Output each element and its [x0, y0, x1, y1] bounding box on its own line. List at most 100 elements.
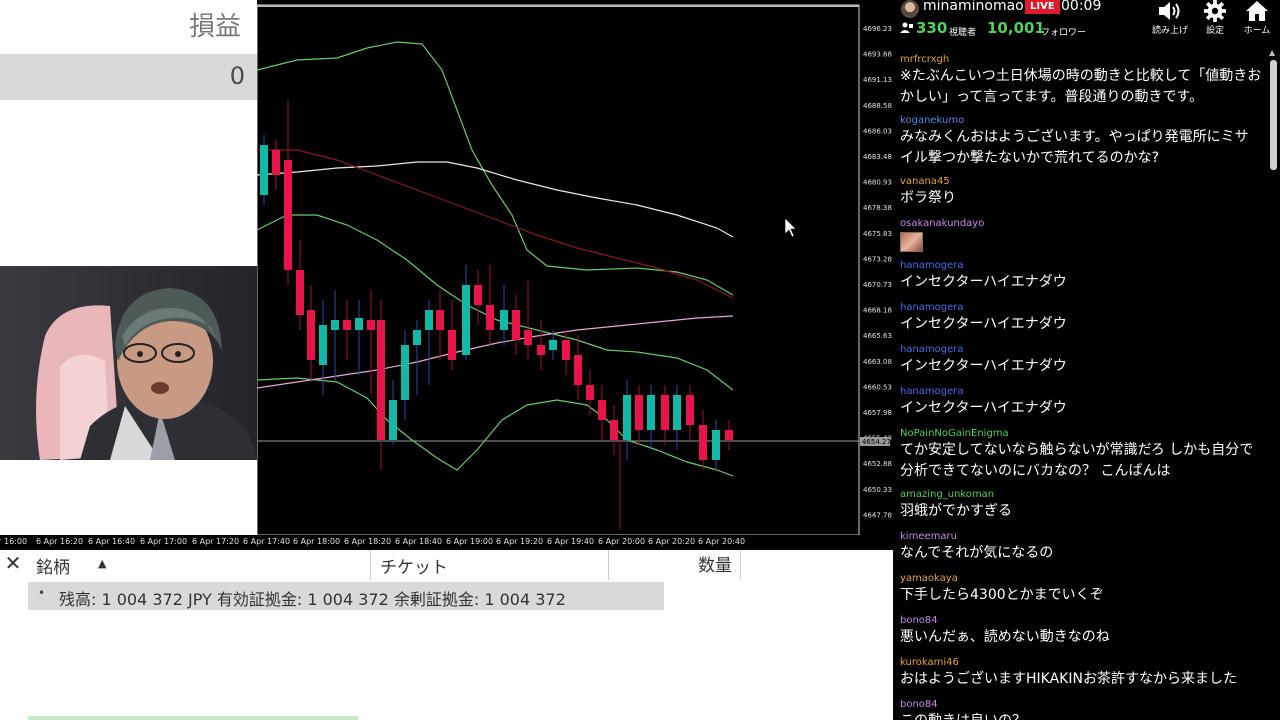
bollinger-mid-band: [257, 214, 734, 391]
chat-message: hanamogera インセクターハイエナダウ: [900, 260, 1262, 293]
candle-body: [331, 320, 339, 330]
chart-frame: [257, 4, 860, 536]
price-axis-label: 4663.08: [863, 358, 892, 366]
column-header-volume[interactable]: 数量: [698, 551, 732, 576]
price-axis-label: 4665.63: [863, 332, 892, 340]
viewers-icon: [900, 22, 914, 37]
candle-body: [512, 310, 520, 340]
webcam-feed: [0, 266, 257, 460]
chat-message: hanamogera インセクターハイエナダウ: [900, 302, 1262, 335]
chat-username[interactable]: hanamogera: [900, 344, 1262, 356]
settings-label: 設定: [1205, 26, 1224, 36]
candle-body: [401, 345, 409, 400]
price-axis-label: 4675.83: [863, 230, 892, 238]
chat-username[interactable]: vanana45: [900, 176, 1262, 188]
candle-body: [272, 150, 280, 175]
chat-message: NoPainNoGainEnigma てか安定してないなら触らないが常識だろ しか…: [900, 428, 1262, 482]
column-header-ticket[interactable]: チケット: [380, 553, 448, 578]
home-button[interactable]: ホーム: [1237, 0, 1277, 40]
chat-username[interactable]: hanamogera: [900, 260, 1262, 272]
candle-body: [296, 270, 304, 315]
time-axis-label: 6 Apr 19:40: [547, 537, 595, 546]
chat-message: kurokami46 おはようございますHIKAKINお茶許すなから来ました: [900, 657, 1262, 690]
price-chart[interactable]: 4696.23 4693.68 4691.13 4688.58 4686.03 4683.…: [257, 0, 893, 550]
profit-loss-header: 損益: [0, 0, 257, 52]
chat-username[interactable]: mrfrcrxgh: [900, 54, 1262, 66]
candle-body: [500, 310, 508, 330]
follower-label: フォロワー: [1041, 28, 1087, 38]
price-axis-label: 4673.28: [863, 255, 892, 263]
chat-username[interactable]: kurokami46: [900, 657, 1262, 669]
chat-username[interactable]: osakanakundayo: [900, 218, 1262, 230]
chat-text: 悪いんだぁ、読めない動きなのね: [900, 629, 1110, 645]
mouse-cursor-icon: [784, 217, 797, 238]
time-axis-label: 6 Apr 16:20: [36, 537, 84, 546]
chat-username[interactable]: NoPainNoGainEnigma: [900, 428, 1262, 440]
candle-body: [355, 318, 363, 330]
candle-body: [319, 325, 327, 365]
chat-message: hanamogera インセクターハイエナダウ: [900, 386, 1262, 419]
time-axis-label: 6 Apr 17:20: [192, 537, 240, 546]
column-divider[interactable]: [608, 550, 609, 580]
candle-body: [260, 145, 268, 195]
chat-scrollbar[interactable]: ▲: [1267, 44, 1280, 720]
price-axis-label: 4691.13: [863, 76, 892, 84]
chat-username[interactable]: kimeemaru: [900, 531, 1262, 543]
moving-average-mid: [257, 149, 734, 299]
time-axis-label: 6 Apr 19:20: [496, 537, 544, 546]
readout-label: 読み上げ: [1151, 26, 1188, 36]
live-badge: LIVE: [1025, 0, 1060, 14]
chat-username[interactable]: hanamogera: [900, 386, 1262, 398]
candle-body: [673, 395, 681, 430]
price-axis-label: 4678.38: [863, 204, 892, 212]
price-axis-label: 4688.58: [863, 102, 892, 110]
chat-panel[interactable]: mrfrcrxgh ※たぶんこいつ土日休場の時の動きと比較して「値動きおかしい」っ…: [893, 44, 1267, 720]
candle-body: [586, 385, 594, 400]
chat-username[interactable]: bono84: [900, 699, 1262, 711]
candle-body: [686, 395, 694, 425]
horizontal-scrollbar[interactable]: [28, 716, 358, 720]
chat-username[interactable]: hanamogera: [900, 302, 1262, 314]
column-divider[interactable]: [740, 550, 741, 580]
chat-text: おはようございますHIKAKINお茶許すなから来ました: [900, 671, 1237, 687]
price-axis-label: 4652.88: [863, 460, 892, 468]
time-axis-label: 6 Apr 17:40: [243, 537, 291, 546]
candle-body: [448, 330, 456, 360]
chat-username[interactable]: amazing_unkoman: [900, 489, 1262, 501]
streamer-name[interactable]: minaminomao: [923, 0, 1024, 14]
time-axis-label: 6 Apr 18:20: [344, 537, 392, 546]
scroll-up-icon[interactable]: ▲: [1269, 48, 1275, 57]
time-axis: 6 Apr 16:00 6 Apr 16:20 6 Apr 16:40 6 Apr 1…: [0, 535, 860, 550]
home-label: ホーム: [1243, 26, 1271, 36]
column-header-symbol[interactable]: 銘柄: [36, 553, 70, 578]
column-divider[interactable]: [370, 550, 371, 580]
chat-text: インセクターハイエナダウ: [900, 316, 1067, 332]
avatar[interactable]: [901, 0, 919, 18]
chat-username[interactable]: bono84: [900, 615, 1262, 627]
viewer-count: 330: [916, 19, 948, 37]
sort-ascending-icon[interactable]: ▲: [98, 557, 106, 570]
price-axis-label: 4670.73: [863, 281, 892, 289]
close-icon[interactable]: ✕: [2, 552, 24, 574]
time-axis-label: 6 Apr 17:00: [140, 537, 188, 546]
scrollbar-thumb[interactable]: [1270, 60, 1277, 170]
candle-body: [712, 430, 720, 460]
profit-loss-panel: 損益 0: [0, 0, 257, 266]
candle-body: [699, 425, 707, 460]
streamer-webcam-image: [0, 266, 257, 460]
candle-body: [647, 395, 655, 430]
chart-top-border: [257, 5, 859, 7]
profit-loss-value: 0: [229, 62, 245, 90]
readout-button[interactable]: 読み上げ: [1150, 0, 1190, 40]
chat-username[interactable]: yamaokaya: [900, 573, 1262, 585]
time-axis-label: 6 Apr 19:00: [446, 537, 494, 546]
chat-message: mrfrcrxgh ※たぶんこいつ土日休場の時の動きと比較して「値動きおかしい」っ…: [900, 54, 1262, 108]
balance-row[interactable]: • 残高: 1 004 372 JPY 有効証拠金: 1 004 372 余剰証…: [28, 582, 664, 610]
chat-text: インセクターハイエナダウ: [900, 400, 1067, 416]
candle-body: [574, 355, 582, 385]
candlestick-chart[interactable]: 4696.23 4693.68 4691.13 4688.58 4686.03 4683.…: [257, 0, 893, 550]
time-axis-label: 6 Apr 18:00: [293, 537, 341, 546]
chat-username[interactable]: koganekumo: [900, 115, 1262, 127]
candle-body: [389, 400, 397, 440]
settings-button[interactable]: 設定: [1195, 0, 1235, 40]
